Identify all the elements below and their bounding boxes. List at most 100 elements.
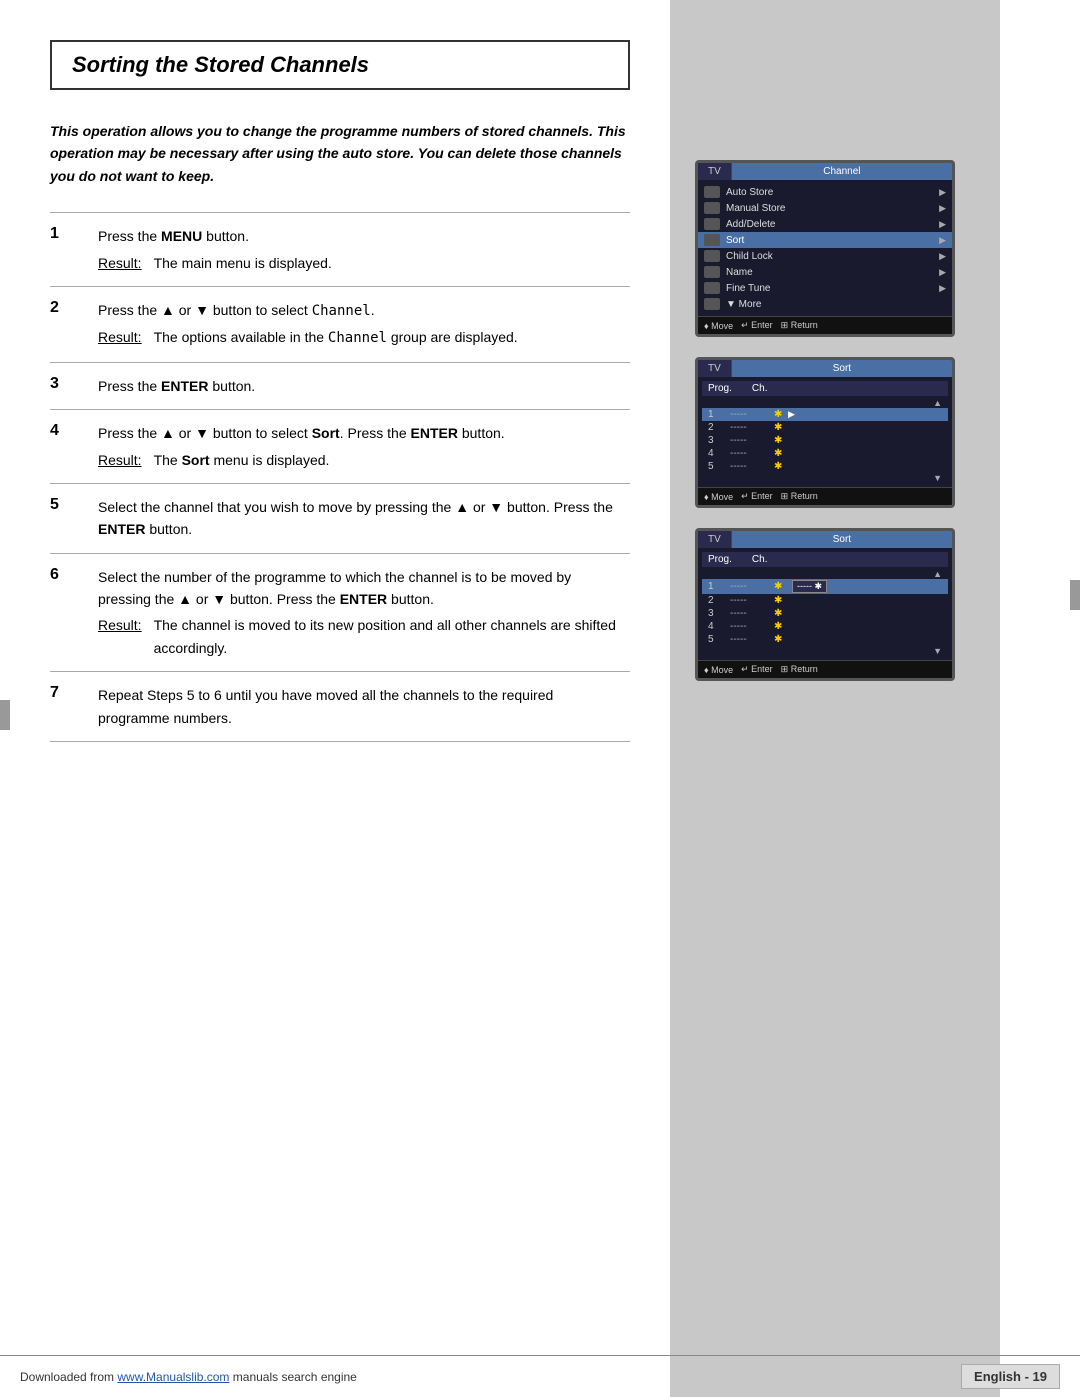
menu-row-adddelete: Add/Delete ▶ — [698, 216, 952, 232]
step-instruction: Press the ▲ or ▼ button to select Sort. … — [98, 422, 622, 444]
footer-return: ⊞ Return — [781, 491, 818, 502]
footer-move: ♦ Move — [704, 320, 733, 331]
sort3-up-arrow: ▲ — [702, 569, 948, 579]
tv-screen-1: TV Channel Auto Store ▶ Manual Store ▶ A… — [695, 160, 955, 337]
screen1-header: TV Channel — [698, 163, 952, 180]
menu-row-sort: Sort ▶ — [698, 232, 952, 248]
menu-row-childlock: Child Lock ▶ — [698, 248, 952, 264]
step-content-1: Press the MENU button. Result: The main me… — [90, 213, 630, 287]
page-wrapper: Sorting the Stored Channels This operati… — [0, 0, 1080, 1397]
screen3-header: TV Sort — [698, 531, 952, 548]
screen2-footer: ♦ Move ↵ Enter ⊞ Return — [698, 487, 952, 505]
menu-icon — [704, 298, 720, 310]
step-row-6: 6Select the number of the programme to w… — [50, 553, 630, 672]
step-number-1: 1 — [50, 213, 90, 287]
result-label: Result: — [98, 252, 142, 274]
result-text: The Sort menu is displayed. — [154, 449, 330, 471]
sort3-row-3: 3 ----- ✱ — [702, 607, 948, 620]
menu-row-manualstore: Manual Store ▶ — [698, 200, 952, 216]
screen3-body: Prog. Ch. ▲ 1 ----- ✱ ----- ✱ 2 ----- ✱ … — [698, 548, 952, 660]
step-content-7: Repeat Steps 5 to 6 until you have moved… — [90, 672, 630, 742]
tv-screen-3: TV Sort Prog. Ch. ▲ 1 ----- ✱ ----- ✱ 2 … — [695, 528, 955, 681]
menu-icon — [704, 266, 720, 278]
steps-table: 1 Press the MENU button. Result: The main m… — [50, 212, 630, 742]
menu-icon — [704, 234, 720, 246]
menu-row-name: Name ▶ — [698, 264, 952, 280]
side-mark-right — [1070, 580, 1080, 610]
sort3-row-4: 4 ----- ✱ — [702, 620, 948, 633]
step-content-5: Select the channel that you wish to move… — [90, 483, 630, 553]
step-number-2: 2 — [50, 286, 90, 362]
screen3-title: Sort — [732, 531, 952, 548]
step-row-7: 7Repeat Steps 5 to 6 until you have move… — [50, 672, 630, 742]
page-footer: Downloaded from www.Manualslib.com manua… — [0, 1355, 1080, 1397]
step-instruction: Select the channel that you wish to move… — [98, 496, 622, 541]
step-result-row: Result: The Sort menu is displayed. — [98, 449, 622, 471]
footer-left: Downloaded from www.Manualslib.com manua… — [20, 1370, 357, 1384]
footer-enter: ↵ Enter — [741, 491, 773, 502]
sort3-row-2: 2 ----- ✱ — [702, 594, 948, 607]
menu-row-autostore: Auto Store ▶ — [698, 184, 952, 200]
step-content-2: Press the ▲ or ▼ button to select Channe… — [90, 286, 630, 362]
sidebar: TV Channel Auto Store ▶ Manual Store ▶ A… — [670, 0, 1000, 1397]
result-text: The main menu is displayed. — [154, 252, 332, 274]
menu-row-finetune: Fine Tune ▶ — [698, 280, 952, 296]
menu-icon — [704, 282, 720, 294]
result-text: The options available in the Channel gro… — [154, 326, 518, 349]
footer-download-text: Downloaded from — [20, 1370, 117, 1384]
menu-icon — [704, 202, 720, 214]
intro-paragraph: This operation allows you to change the … — [50, 120, 630, 187]
footer-suffix: manuals search engine — [229, 1370, 356, 1384]
screen2-tv-label: TV — [698, 360, 732, 377]
page-title: Sorting the Stored Channels — [72, 52, 608, 78]
step-instruction: Press the ENTER button. — [98, 375, 622, 397]
sort-row-1: 1 ----- ✱ ▶ — [702, 408, 948, 421]
step-instruction: Press the MENU button. — [98, 225, 622, 247]
step-row-2: 2 Press the ▲ or ▼ button to select Chann… — [50, 286, 630, 362]
screen3-footer: ♦ Move ↵ Enter ⊞ Return — [698, 660, 952, 678]
step-instruction: Repeat Steps 5 to 6 until you have moved… — [98, 684, 622, 729]
menu-row-more: ▼ More — [698, 296, 952, 312]
screen3-prog-header: Prog. Ch. — [702, 552, 948, 567]
result-label: Result: — [98, 326, 142, 349]
menu-icon — [704, 186, 720, 198]
result-label: Result: — [98, 449, 142, 471]
tv-screen-2: TV Sort Prog. Ch. ▲ 1 ----- ✱ ▶ 2 ----- — [695, 357, 955, 508]
result-text: The channel is moved to its new position… — [154, 614, 622, 659]
title-box: Sorting the Stored Channels — [50, 40, 630, 90]
content-area: Sorting the Stored Channels This operati… — [0, 0, 670, 1397]
screen2-body: Prog. Ch. ▲ 1 ----- ✱ ▶ 2 ----- ✱ 3 -- — [698, 377, 952, 487]
screen2-header: TV Sort — [698, 360, 952, 377]
step-instruction: Press the ▲ or ▼ button to select Channe… — [98, 299, 622, 322]
screen1-tv-label: TV — [698, 163, 732, 180]
sort-row-4: 4 ----- ✱ — [702, 447, 948, 460]
footer-right: English - 19 — [961, 1364, 1060, 1389]
sort-row-5: 5 ----- ✱ — [702, 460, 948, 473]
step-result-row: Result: The main menu is displayed. — [98, 252, 622, 274]
menu-icon — [704, 250, 720, 262]
step-number-7: 7 — [50, 672, 90, 742]
footer-move: ♦ Move — [704, 664, 733, 675]
sort-up-arrow: ▲ — [702, 398, 948, 408]
result-label: Result: — [98, 614, 142, 659]
footer-link[interactable]: www.Manualslib.com — [117, 1370, 229, 1384]
footer-return: ⊞ Return — [781, 664, 818, 675]
step-content-6: Select the number of the programme to wh… — [90, 553, 630, 672]
step-number-3: 3 — [50, 362, 90, 409]
screen1-menu: Auto Store ▶ Manual Store ▶ Add/Delete ▶… — [698, 180, 952, 316]
menu-icon — [704, 218, 720, 230]
step-result-row: Result: The channel is moved to its new p… — [98, 614, 622, 659]
screen1-title: Channel — [732, 163, 952, 180]
step-row-1: 1 Press the MENU button. Result: The main m… — [50, 213, 630, 287]
sort-row-3: 3 ----- ✱ — [702, 434, 948, 447]
step-content-4: Press the ▲ or ▼ button to select Sort. … — [90, 410, 630, 484]
screen2-prog-header: Prog. Ch. — [702, 381, 948, 396]
sort-row-2: 2 ----- ✱ — [702, 421, 948, 434]
step-number-4: 4 — [50, 410, 90, 484]
step-row-4: 4 Press the ▲ or ▼ button to select Sort.… — [50, 410, 630, 484]
step-number-6: 6 — [50, 553, 90, 672]
sort3-row-1: 1 ----- ✱ ----- ✱ — [702, 579, 948, 594]
footer-return: ⊞ Return — [781, 320, 818, 331]
sort-down-arrow: ▼ — [702, 473, 948, 483]
screen3-tv-label: TV — [698, 531, 732, 548]
